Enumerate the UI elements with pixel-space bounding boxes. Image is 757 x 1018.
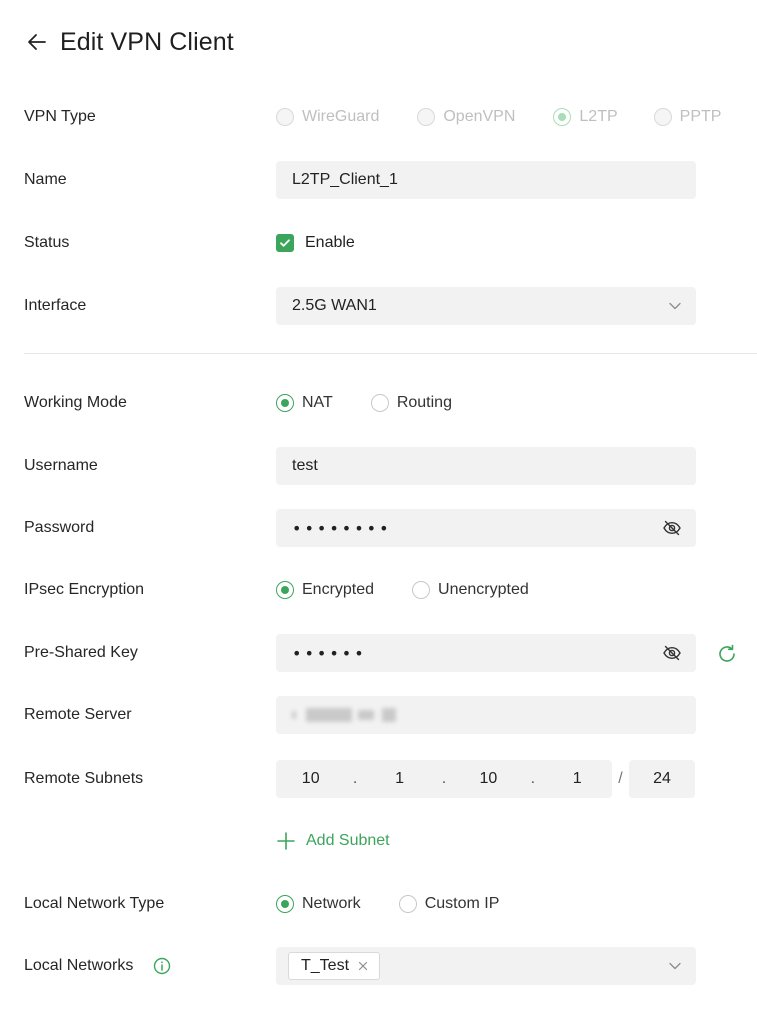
section-divider xyxy=(24,353,757,354)
local-network-type-custom-ip-radio[interactable]: Custom IP xyxy=(398,895,499,913)
eye-off-icon[interactable] xyxy=(662,518,682,538)
ipsec-encrypted-radio[interactable]: Encrypted xyxy=(276,581,374,599)
subnet-mask-input[interactable]: 24 xyxy=(629,760,695,798)
password-label: Password xyxy=(24,519,95,536)
vpn-type-label: VPN Type xyxy=(24,108,96,125)
chevron-down-icon xyxy=(668,959,682,973)
add-subnet-button[interactable]: Add Subnet xyxy=(276,831,390,851)
working-mode-nat-radio[interactable]: NAT xyxy=(276,394,333,412)
chevron-down-icon xyxy=(668,299,682,313)
name-input[interactable]: L2TP_Client_1 xyxy=(276,161,696,199)
psk-input[interactable]: •••••• xyxy=(276,634,696,672)
vpn-type-l2tp-radio[interactable]: L2TP xyxy=(553,108,618,126)
enable-checkbox[interactable]: Enable xyxy=(276,234,355,252)
password-input[interactable]: •••••••• xyxy=(276,509,696,547)
interface-row: Interface 2.5G WAN1 xyxy=(0,287,757,325)
ip-dot: . xyxy=(530,770,536,787)
ipsec-unencrypted-radio[interactable]: Unencrypted xyxy=(412,581,529,599)
status-row: Status Enable xyxy=(0,224,757,262)
vpn-type-wireguard-radio[interactable]: WireGuard xyxy=(276,108,379,126)
remote-server-label: Remote Server xyxy=(24,706,132,723)
local-networks-label-wrap: Local Networks xyxy=(24,947,171,985)
local-network-tag: T_Test xyxy=(288,952,381,980)
working-mode-label: Working Mode xyxy=(24,394,127,411)
vpn-type-pptp-radio[interactable]: PPTP xyxy=(653,108,721,126)
ip-dot: . xyxy=(352,770,358,787)
local-network-type-row: Local Network Type Network Custom IP xyxy=(0,885,757,923)
redacted-value xyxy=(292,696,396,734)
local-networks-row: Local Networks T_Test xyxy=(0,947,757,985)
remote-server-input[interactable] xyxy=(276,696,696,734)
local-networks-select[interactable]: T_Test xyxy=(276,947,696,985)
name-label: Name xyxy=(24,171,67,188)
psk-row: Pre-Shared Key •••••• xyxy=(0,634,757,672)
name-row: Name L2TP_Client_1 xyxy=(0,161,757,199)
eye-off-icon[interactable] xyxy=(662,643,682,663)
remote-server-row: Remote Server xyxy=(0,696,757,734)
ip-octet-3[interactable]: 10 xyxy=(458,770,518,788)
interface-select[interactable]: 2.5G WAN1 xyxy=(276,287,696,325)
local-network-type-label: Local Network Type xyxy=(24,895,165,912)
ip-octet-1[interactable]: 10 xyxy=(281,770,341,788)
add-subnet-row: Add Subnet xyxy=(0,822,757,860)
ip-dot: . xyxy=(441,770,447,787)
checkmark-icon xyxy=(276,234,294,252)
refresh-icon[interactable] xyxy=(716,643,738,665)
arrow-left-icon[interactable] xyxy=(24,29,50,55)
close-icon[interactable] xyxy=(357,960,369,972)
page-title: Edit VPN Client xyxy=(60,27,234,56)
remote-subnet-ip-input[interactable]: 10 . 1 . 10 . 1 xyxy=(276,760,612,798)
local-network-type-network-radio[interactable]: Network xyxy=(276,895,361,913)
working-mode-routing-radio[interactable]: Routing xyxy=(370,394,452,412)
username-input[interactable]: test xyxy=(276,447,696,485)
remote-subnets-label: Remote Subnets xyxy=(24,770,144,787)
vpn-type-radio-group: WireGuard OpenVPN L2TP PPTP xyxy=(276,98,721,136)
ipsec-label: IPsec Encryption xyxy=(24,581,145,598)
mask-separator: / xyxy=(618,770,623,787)
working-mode-row: Working Mode NAT Routing xyxy=(0,384,757,422)
ip-octet-4[interactable]: 1 xyxy=(547,770,607,788)
status-label: Status xyxy=(24,234,70,251)
plus-icon xyxy=(276,831,296,851)
local-networks-label: Local Networks xyxy=(24,957,134,974)
password-row: Password •••••••• xyxy=(0,509,757,547)
username-row: Username test xyxy=(0,447,757,485)
interface-label: Interface xyxy=(24,297,87,314)
username-label: Username xyxy=(24,457,98,474)
remote-subnets-row: Remote Subnets 10 . 1 . 10 . 1 / 24 xyxy=(0,760,757,798)
page-header: Edit VPN Client xyxy=(24,24,234,60)
vpn-type-openvpn-radio[interactable]: OpenVPN xyxy=(417,108,515,126)
vpn-type-row: VPN Type WireGuard OpenVPN L2TP PPTP xyxy=(0,98,757,136)
ipsec-row: IPsec Encryption Encrypted Unencrypted xyxy=(0,571,757,609)
info-icon[interactable] xyxy=(153,957,171,975)
psk-label: Pre-Shared Key xyxy=(24,644,138,661)
ip-octet-2[interactable]: 1 xyxy=(370,770,430,788)
